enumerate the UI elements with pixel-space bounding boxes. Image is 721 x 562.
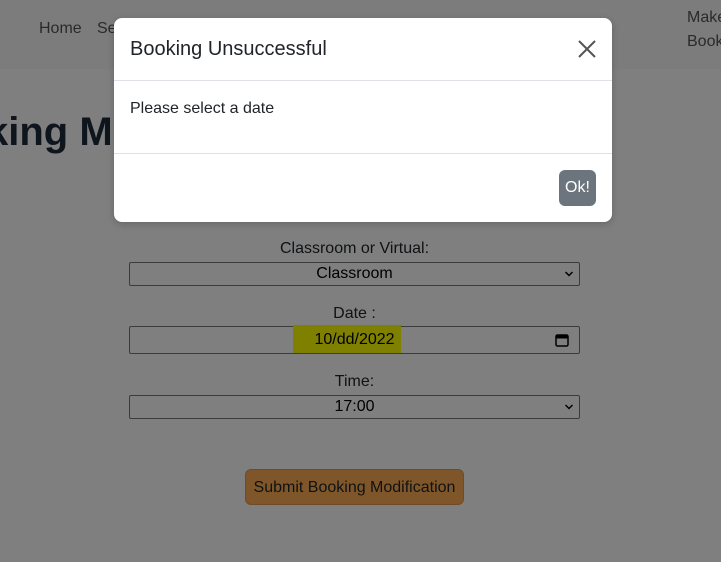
modal-header: Booking Unsuccessful: [114, 18, 612, 81]
modal-footer: Ok!: [114, 153, 612, 223]
close-icon[interactable]: [576, 38, 598, 60]
booking-unsuccessful-modal: Booking Unsuccessful Please select a dat…: [114, 18, 612, 222]
modal-message: Please select a date: [130, 100, 275, 117]
ok-button[interactable]: Ok!: [559, 170, 596, 206]
modal-title: Booking Unsuccessful: [130, 38, 327, 60]
